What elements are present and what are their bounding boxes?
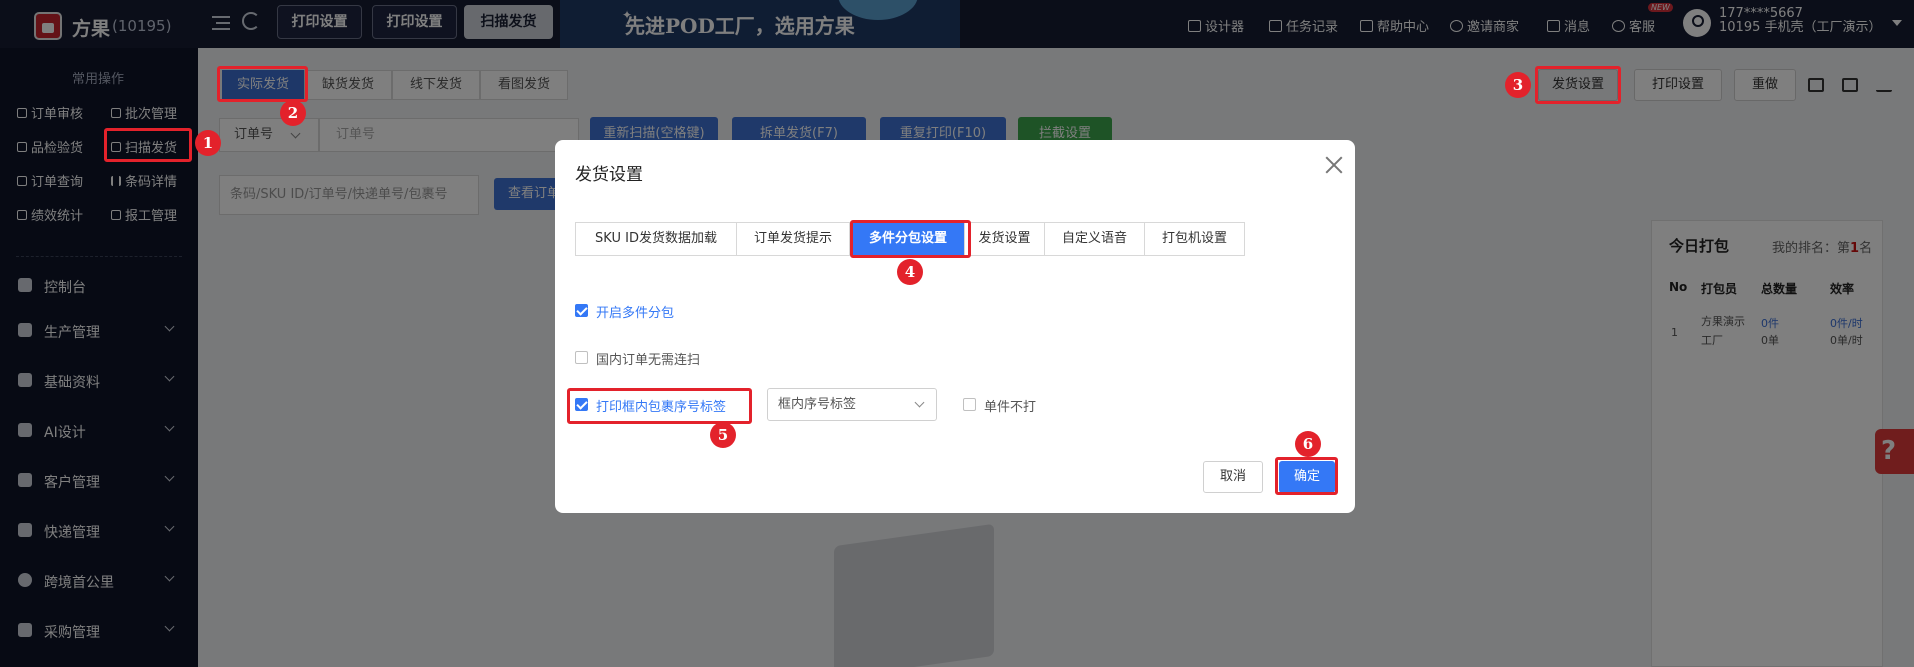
highlight-multi-package-tab xyxy=(850,220,971,258)
highlight-actual-ship xyxy=(217,66,308,102)
step-badge-5: 5 xyxy=(710,422,736,448)
highlight-ship-settings xyxy=(1535,66,1621,104)
highlight-scan-ship xyxy=(104,128,192,162)
close-icon[interactable] xyxy=(1323,154,1345,176)
step-badge-1: 1 xyxy=(195,130,221,156)
domestic-no-scan-label[interactable]: 国内订单无需连扫 xyxy=(596,349,700,368)
chevron-down-icon xyxy=(914,397,925,408)
step-badge-4: 4 xyxy=(897,259,923,285)
tab-packer-settings[interactable]: 打包机设置 xyxy=(1144,222,1245,256)
tab-ship-settings[interactable]: 发货设置 xyxy=(964,222,1045,256)
highlight-print-sequence xyxy=(567,388,752,424)
step-badge-3: 3 xyxy=(1505,72,1531,98)
single-no-print-checkbox[interactable] xyxy=(963,398,976,411)
domestic-no-scan-checkbox[interactable] xyxy=(575,351,588,364)
tab-custom-voice[interactable]: 自定义语音 xyxy=(1044,222,1145,256)
label-type-value: 框内序号标签 xyxy=(778,397,857,412)
tab-order-tips[interactable]: 订单发货提示 xyxy=(736,222,850,256)
ship-settings-modal: 发货设置 SKU ID发货数据加载 订单发货提示 多件分包设置 发货设置 自定义… xyxy=(555,140,1355,513)
label-type-select[interactable]: 框内序号标签 xyxy=(767,388,937,421)
cancel-button[interactable]: 取消 xyxy=(1203,461,1263,493)
enable-multi-package-label[interactable]: 开启多件分包 xyxy=(596,302,674,321)
enable-multi-package-checkbox[interactable] xyxy=(575,304,588,317)
step-badge-2: 2 xyxy=(280,100,306,126)
tab-sku-load[interactable]: SKU ID发货数据加载 xyxy=(575,222,737,256)
single-no-print-label[interactable]: 单件不打 xyxy=(984,396,1036,415)
highlight-confirm xyxy=(1275,457,1338,495)
step-badge-6: 6 xyxy=(1295,431,1321,457)
modal-title: 发货设置 xyxy=(575,165,643,185)
